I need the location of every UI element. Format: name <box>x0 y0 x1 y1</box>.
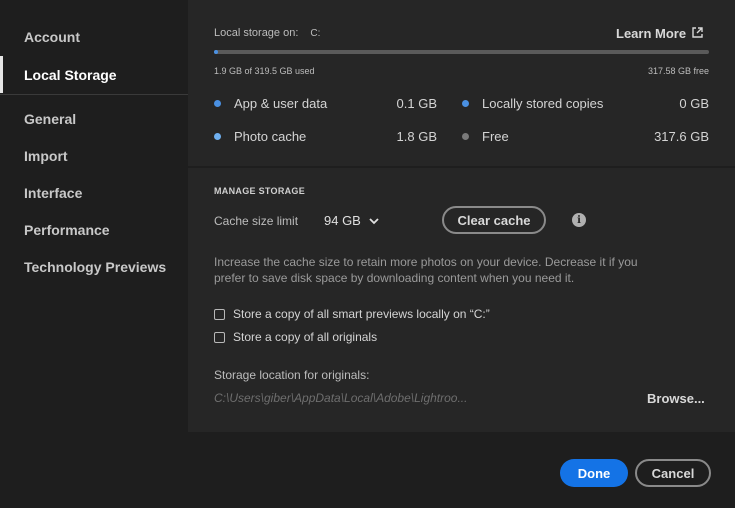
storage-usage-fill <box>214 50 218 54</box>
learn-more-link[interactable]: Learn More <box>616 26 703 41</box>
sidebar-item-interface[interactable]: Interface <box>0 174 188 211</box>
originals-checkbox-row[interactable]: Store a copy of all originals <box>214 330 377 344</box>
clear-cache-button[interactable]: Clear cache <box>442 206 546 234</box>
section-divider <box>188 166 735 168</box>
storage-location-label: Storage location for originals: <box>214 368 370 382</box>
legend-dot-icon <box>462 133 469 140</box>
sidebar-item-technology-previews[interactable]: Technology Previews <box>0 248 188 285</box>
legend-label: Locally stored copies <box>482 96 604 111</box>
sidebar-divider <box>0 94 188 95</box>
browse-button[interactable]: Browse... <box>647 391 705 406</box>
legend-locally-stored-copies: Locally stored copies <box>462 96 603 111</box>
cache-size-label: Cache size limit <box>214 214 299 228</box>
cache-size-select[interactable]: 94 GB <box>324 213 379 228</box>
cache-description: Increase the cache size to retain more p… <box>214 255 638 285</box>
manage-storage-title: MANAGE STORAGE <box>214 186 306 196</box>
legend-free: Free <box>462 129 509 144</box>
storage-location-path: C:\Users\giber\AppData\Local\Adobe\Light… <box>214 391 468 405</box>
clear-cache-label: Clear cache <box>457 212 531 228</box>
sidebar-item-performance[interactable]: Performance <box>0 211 188 248</box>
sidebar-item-account[interactable]: Account <box>0 18 188 55</box>
legend-label: Photo cache <box>234 129 307 144</box>
free-text: 317.58 GB free <box>647 66 709 76</box>
cancel-label: Cancel <box>651 465 695 481</box>
sidebar-item-local-storage[interactable]: Local Storage <box>0 56 188 93</box>
done-button[interactable]: Done <box>560 459 628 487</box>
sidebar-item-label: Account <box>24 28 80 45</box>
smart-previews-label: Store a copy of all smart previews local… <box>233 307 490 321</box>
legend-dot-icon <box>462 100 469 107</box>
legend-label: Free <box>482 129 509 144</box>
storage-usage-bar <box>214 50 709 54</box>
legend-photo-cache: Photo cache <box>214 129 306 144</box>
preferences-sidebar: Account Local Storage General Import Int… <box>0 0 188 432</box>
done-label: Done <box>577 465 611 481</box>
local-storage-panel: Local storage on: C: Learn More 1.9 GB o… <box>188 0 735 432</box>
sidebar-item-label: Performance <box>24 221 110 238</box>
cache-size-value: 94 GB <box>324 213 361 228</box>
info-icon[interactable]: i <box>572 213 586 227</box>
storage-header: Local storage on: C: <box>214 27 320 40</box>
legend-dot-icon <box>214 100 221 107</box>
legend-dot-icon <box>214 133 221 140</box>
chevron-down-icon <box>369 213 379 228</box>
originals-checkbox[interactable] <box>214 331 225 343</box>
storage-label: Local storage on: <box>214 27 299 39</box>
legend-label: App & user data <box>234 96 328 111</box>
learn-more-label: Learn More <box>616 26 687 41</box>
smart-previews-checkbox-row[interactable]: Store a copy of all smart previews local… <box>214 307 490 321</box>
sidebar-item-label: Local Storage <box>24 66 117 83</box>
legend-value: 1.8 GB <box>396 129 437 144</box>
sidebar-item-label: Import <box>24 147 68 164</box>
legend-value: 0.1 GB <box>396 96 437 111</box>
originals-label: Store a copy of all originals <box>233 330 378 344</box>
sidebar-item-label: General <box>24 110 77 127</box>
cancel-button[interactable]: Cancel <box>635 459 711 487</box>
sidebar-item-general[interactable]: General <box>0 100 188 137</box>
external-link-icon <box>692 26 703 41</box>
legend-app-user-data: App & user data <box>214 96 327 111</box>
legend-value: 0 GB <box>679 96 709 111</box>
sidebar-item-label: Interface <box>24 184 83 201</box>
sidebar-item-import[interactable]: Import <box>0 137 188 174</box>
smart-previews-checkbox[interactable] <box>214 308 225 320</box>
legend-value: 317.6 GB <box>654 129 709 144</box>
drive-label: C: <box>310 28 321 39</box>
sidebar-item-label: Technology Previews <box>24 258 167 275</box>
used-text: 1.9 GB of 319.5 GB used <box>214 66 315 76</box>
